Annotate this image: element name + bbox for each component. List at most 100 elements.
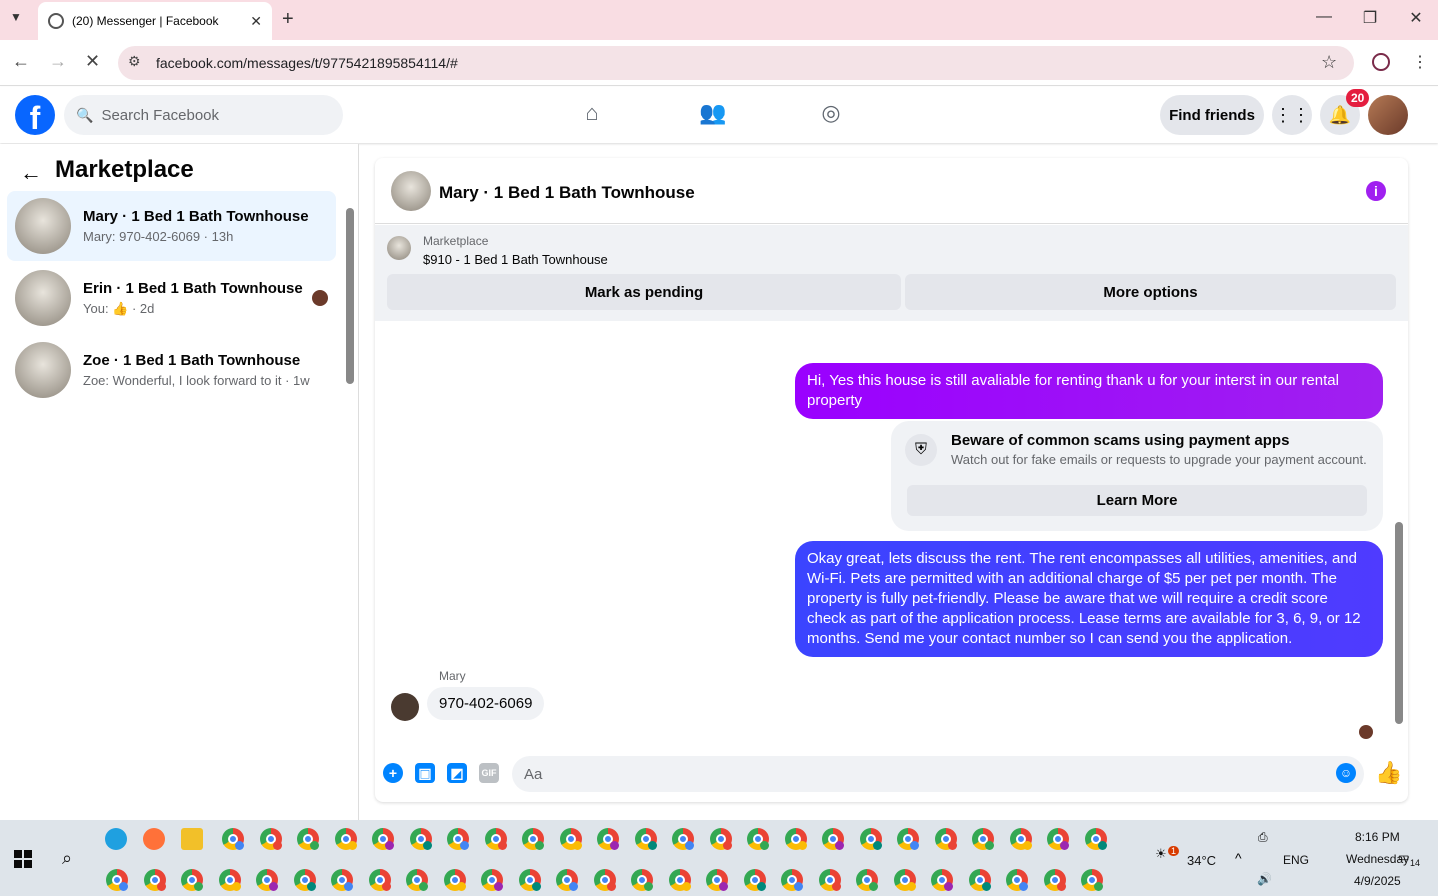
back-icon[interactable]: ← (12, 51, 30, 72)
chrome-taskbar-icon[interactable] (743, 869, 766, 891)
edge-icon[interactable] (105, 828, 127, 850)
plus-icon[interactable]: + (383, 763, 403, 783)
tray-overflow-icon[interactable]: ^ (1235, 850, 1242, 866)
conversation-item[interactable]: Erin · 1 Bed 1 Bath Townhouse You: 👍 · 2… (7, 263, 336, 333)
chrome-taskbar-icon[interactable] (747, 828, 769, 850)
emoji-icon[interactable]: ☺ (1336, 763, 1356, 783)
conversation-scrollbar[interactable] (346, 196, 355, 396)
chrome-taskbar-icon[interactable] (1009, 828, 1032, 850)
chat-listing-thumbnail[interactable] (391, 171, 431, 211)
browser-tab[interactable]: (20) Messenger | Facebook ✕ (38, 2, 272, 40)
account-avatar[interactable] (1368, 95, 1408, 135)
chrome-taskbar-icon[interactable] (818, 869, 841, 891)
weather-icon[interactable]: ☀ (1155, 846, 1167, 862)
file-explorer-icon[interactable] (181, 828, 203, 850)
sticker-icon[interactable]: ◩ (447, 763, 467, 783)
chrome-taskbar-icon[interactable] (668, 869, 691, 891)
chrome-taskbar-icon[interactable] (143, 869, 166, 891)
chrome-taskbar-icon[interactable] (934, 828, 957, 850)
chat-title[interactable]: Mary · 1 Bed 1 Bath Townhouse (439, 183, 695, 203)
chrome-taskbar-icon[interactable] (897, 828, 919, 850)
chrome-taskbar-icon[interactable] (484, 828, 507, 850)
windows-start-icon[interactable] (14, 850, 32, 868)
thumbs-up-icon[interactable]: 👍 (1375, 760, 1402, 786)
chrome-taskbar-icon[interactable] (593, 869, 616, 891)
chat-scrollbar[interactable] (1393, 324, 1405, 740)
chrome-taskbar-icon[interactable] (781, 869, 803, 891)
chrome-taskbar-icon[interactable] (1043, 869, 1066, 891)
chrome-taskbar-icon[interactable] (372, 828, 394, 850)
chrome-taskbar-icon[interactable] (443, 869, 466, 891)
chrome-taskbar-icon[interactable] (222, 828, 244, 850)
chrome-taskbar-icon[interactable] (822, 828, 844, 850)
chrome-taskbar-icon[interactable] (368, 869, 391, 891)
chrome-taskbar-icon[interactable] (559, 828, 582, 850)
chrome-taskbar-icon[interactable] (893, 869, 916, 891)
mark-as-pending-button[interactable]: Mark as pending (387, 274, 901, 310)
chrome-taskbar-icon[interactable] (1047, 828, 1069, 850)
chrome-taskbar-icon[interactable] (784, 828, 807, 850)
chrome-taskbar-icon[interactable] (634, 828, 657, 850)
conversation-item[interactable]: Mary · 1 Bed 1 Bath Townhouse Mary: 970-… (7, 191, 336, 261)
chrome-taskbar-icon[interactable] (406, 869, 428, 891)
photo-icon[interactable]: ▣ (415, 763, 435, 783)
chrome-taskbar-icon[interactable] (409, 828, 432, 850)
gif-icon[interactable]: GIF (479, 763, 499, 783)
message-input[interactable]: Aa (512, 756, 1364, 792)
device-icon[interactable]: ⎙ (1258, 830, 1268, 845)
language-indicator[interactable]: ENG (1283, 853, 1309, 867)
chrome-taskbar-icon[interactable] (447, 828, 469, 850)
chrome-taskbar-icon[interactable] (106, 869, 128, 891)
home-icon[interactable]: ⌂ (579, 100, 605, 126)
more-options-button[interactable]: More options (905, 274, 1396, 310)
chrome-taskbar-icon[interactable] (556, 869, 578, 891)
chrome-taskbar-icon[interactable] (218, 869, 241, 891)
chrome-taskbar-icon[interactable] (1084, 828, 1107, 850)
chrome-taskbar-icon[interactable] (256, 869, 278, 891)
chrome-taskbar-icon[interactable] (859, 828, 882, 850)
chrome-taskbar-icon[interactable] (293, 869, 316, 891)
chrome-taskbar-icon[interactable] (181, 869, 203, 891)
facebook-logo-icon[interactable]: f (15, 95, 55, 136)
chrome-taskbar-icon[interactable] (334, 828, 357, 850)
find-friends-button[interactable]: Find friends (1160, 95, 1264, 135)
info-icon[interactable]: i (1366, 181, 1386, 201)
restore-icon[interactable]: ❐ (1355, 8, 1385, 28)
back-arrow-icon[interactable]: ← (20, 160, 42, 186)
profile-icon[interactable] (1372, 53, 1390, 71)
chrome-taskbar-icon[interactable] (597, 828, 619, 850)
clock-time[interactable]: 8:16 PM (1355, 830, 1400, 844)
firefox-icon[interactable] (143, 828, 165, 850)
new-tab-icon[interactable]: + (282, 8, 294, 31)
learn-more-button[interactable]: Learn More (907, 485, 1367, 516)
taskbar-search-icon[interactable]: ⌕ (62, 848, 72, 869)
forward-icon[interactable]: → (49, 51, 67, 72)
chrome-taskbar-icon[interactable] (481, 869, 503, 891)
chrome-taskbar-icon[interactable] (931, 869, 953, 891)
tab-close-icon[interactable]: ✕ (250, 13, 262, 30)
menu-grid-icon[interactable]: ⋮⋮ (1272, 95, 1312, 135)
friends-icon[interactable]: 👥 (699, 100, 726, 126)
address-bar[interactable]: facebook.com/messages/t/9775421895854114… (118, 46, 1354, 80)
chrome-taskbar-icon[interactable] (709, 828, 732, 850)
bookmark-star-icon[interactable]: ☆ (1321, 52, 1337, 73)
notification-center-icon[interactable]: ▭ (1398, 850, 1409, 864)
chrome-taskbar-icon[interactable] (706, 869, 728, 891)
minimize-icon[interactable]: — (1309, 8, 1339, 26)
stop-loading-icon[interactable]: ✕ (85, 51, 100, 72)
volume-icon[interactable]: 🔊 (1257, 872, 1272, 886)
site-info-icon[interactable]: ⚙ (128, 53, 141, 70)
sender-avatar[interactable] (391, 693, 419, 721)
chrome-taskbar-icon[interactable] (331, 869, 353, 891)
conversation-item[interactable]: Zoe · 1 Bed 1 Bath Townhouse Zoe: Wonder… (7, 335, 336, 405)
chrome-taskbar-icon[interactable] (522, 828, 544, 850)
chrome-taskbar-icon[interactable] (856, 869, 878, 891)
groups-icon[interactable]: ◎ (818, 100, 844, 126)
chrome-taskbar-icon[interactable] (972, 828, 994, 850)
chrome-taskbar-icon[interactable] (672, 828, 694, 850)
clock-date[interactable]: 4/9/2025 (1354, 874, 1401, 888)
chrome-taskbar-icon[interactable] (968, 869, 991, 891)
chrome-taskbar-icon[interactable] (1081, 869, 1103, 891)
window-close-icon[interactable]: ✕ (1401, 8, 1431, 28)
chrome-menu-icon[interactable]: ⋮ (1412, 52, 1428, 72)
